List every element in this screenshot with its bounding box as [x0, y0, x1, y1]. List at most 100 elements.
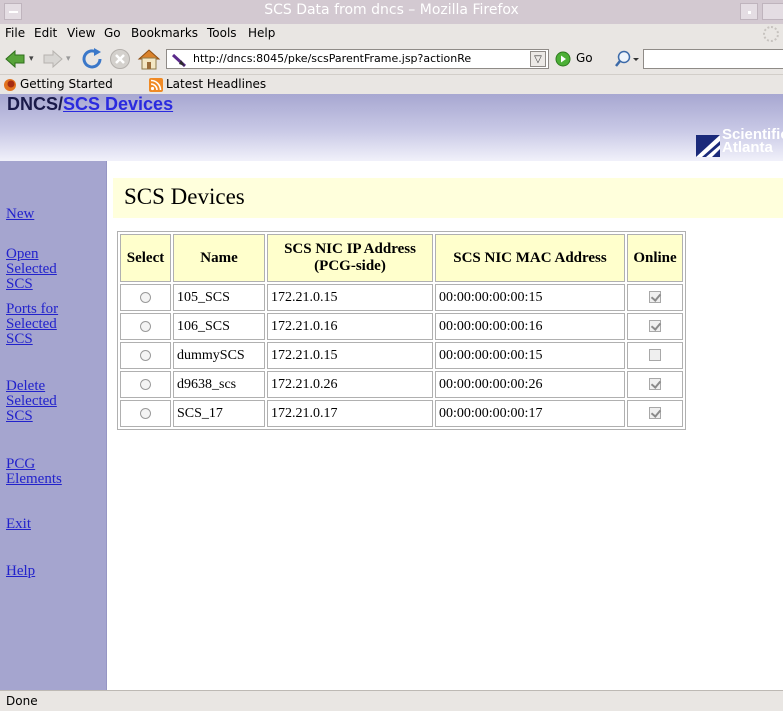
bookmark-label: Latest Headlines: [166, 77, 267, 91]
online-checkbox: [649, 407, 661, 420]
select-radio[interactable]: [140, 407, 151, 419]
reload-icon[interactable]: [80, 47, 104, 71]
select-radio[interactable]: [140, 349, 151, 361]
breadcrumb-link[interactable]: SCS Devices: [63, 94, 173, 114]
sidebar-item-exit[interactable]: Exit: [6, 517, 31, 532]
select-cell: [120, 371, 171, 398]
back-history-dropdown-icon[interactable]: ▾: [29, 54, 34, 64]
firefox-icon: [4, 79, 16, 91]
select-cell: [120, 284, 171, 311]
table-row: 105_SCS 172.21.0.15 00:00:00:00:00:15: [120, 284, 683, 311]
table-row: SCS_17 172.21.0.17 00:00:00:00:00:17: [120, 400, 683, 427]
ip-cell: 172.21.0.17: [267, 400, 433, 427]
sidebar-item-open-scs[interactable]: Open Selected SCS: [6, 247, 57, 292]
online-cell: [627, 284, 683, 311]
window-title-bar: SCS Data from dncs – Mozilla Firefox: [0, 0, 783, 24]
table-row: d9638_scs 172.21.0.26 00:00:00:00:00:26: [120, 371, 683, 398]
name-cell: SCS_17: [173, 400, 265, 427]
menu-view[interactable]: View: [67, 26, 95, 40]
stop-icon[interactable]: [109, 48, 131, 70]
page-title: SCS Devices: [124, 184, 245, 209]
address-bar[interactable]: http://dncs:8045/pke/scsParentFrame.jsp?…: [166, 49, 549, 69]
online-checkbox: [649, 320, 661, 333]
page-favicon-icon: [171, 53, 187, 68]
online-cell: [627, 371, 683, 398]
select-radio[interactable]: [140, 378, 151, 390]
home-icon[interactable]: [137, 47, 161, 71]
column-header-name: Name: [173, 234, 265, 282]
navigation-toolbar: ▾ ▾ http://dncs:8045/pke/scsParentFrame.…: [0, 44, 783, 74]
sidebar-item-delete-scs[interactable]: Delete Selected SCS: [6, 379, 57, 424]
go-arrow-icon: [555, 51, 571, 67]
activity-throbber-icon: [763, 26, 779, 42]
name-cell: 105_SCS: [173, 284, 265, 311]
forward-history-dropdown-icon[interactable]: ▾: [66, 54, 71, 64]
title-band: SCS Devices: [113, 178, 783, 218]
search-icon[interactable]: [613, 49, 643, 69]
menu-bar: File Edit View Go Bookmarks Tools Help: [0, 24, 783, 44]
scientific-atlanta-logo: [696, 135, 720, 157]
page-header: DNCS/SCS Devices Scientific Atlanta: [0, 94, 783, 161]
mac-cell: 00:00:00:00:00:15: [435, 284, 625, 311]
window-minimize-button[interactable]: [740, 3, 758, 20]
mac-cell: 00:00:00:00:00:17: [435, 400, 625, 427]
mac-cell: 00:00:00:00:00:16: [435, 313, 625, 340]
url-history-dropdown-icon[interactable]: ▽: [530, 51, 546, 67]
forward-arrow-icon[interactable]: [42, 48, 64, 70]
brand-name: Scientific Atlanta: [722, 126, 783, 156]
online-checkbox: [649, 349, 661, 362]
sidebar-nav: New Open Selected SCS Ports for Selected…: [0, 161, 107, 690]
select-radio[interactable]: [140, 291, 151, 303]
column-header-ip: SCS NIC IP Address (PCG-side): [267, 234, 433, 282]
bookmark-label: Getting Started: [20, 77, 113, 91]
table-header-row: Select Name SCS NIC IP Address (PCG-side…: [120, 234, 683, 282]
menu-help[interactable]: Help: [248, 26, 275, 40]
rss-feed-icon: [149, 78, 163, 92]
main-content: SCS Devices Select Name SCS NIC IP Addre…: [107, 161, 783, 690]
select-cell: [120, 400, 171, 427]
menu-edit[interactable]: Edit: [34, 26, 57, 40]
name-cell: d9638_scs: [173, 371, 265, 398]
ip-cell: 172.21.0.15: [267, 284, 433, 311]
menu-go[interactable]: Go: [104, 26, 121, 40]
bookmarks-toolbar: Getting Started Latest Headlines: [0, 74, 783, 94]
ip-cell: 172.21.0.26: [267, 371, 433, 398]
page-breadcrumb: DNCS/SCS Devices: [7, 94, 173, 115]
mac-cell: 00:00:00:00:00:26: [435, 371, 625, 398]
scs-devices-table: Select Name SCS NIC IP Address (PCG-side…: [117, 231, 686, 430]
sidebar-item-ports-scs[interactable]: Ports for Selected SCS: [6, 302, 58, 347]
online-checkbox: [649, 378, 661, 391]
column-header-mac: SCS NIC MAC Address: [435, 234, 625, 282]
sidebar-item-new[interactable]: New: [6, 207, 34, 222]
select-cell: [120, 342, 171, 369]
menu-tools[interactable]: Tools: [207, 26, 237, 40]
column-header-select: Select: [120, 234, 171, 282]
select-cell: [120, 313, 171, 340]
search-input[interactable]: [643, 49, 783, 69]
name-cell: 106_SCS: [173, 313, 265, 340]
go-label: Go: [576, 51, 593, 65]
menu-bookmarks[interactable]: Bookmarks: [131, 26, 198, 40]
online-cell: [627, 342, 683, 369]
status-text: Done: [6, 694, 38, 708]
online-checkbox: [649, 291, 661, 304]
url-text[interactable]: http://dncs:8045/pke/scsParentFrame.jsp?…: [193, 52, 471, 65]
ip-cell: 172.21.0.16: [267, 313, 433, 340]
online-cell: [627, 313, 683, 340]
back-arrow-icon[interactable]: [4, 48, 26, 70]
name-cell: dummySCS: [173, 342, 265, 369]
sidebar-item-pcg-elements[interactable]: PCG Elements: [6, 457, 62, 487]
ip-cell: 172.21.0.15: [267, 342, 433, 369]
column-header-online: Online: [627, 234, 683, 282]
breadcrumb-prefix: DNCS/: [7, 94, 64, 114]
online-cell: [627, 400, 683, 427]
select-radio[interactable]: [140, 320, 151, 332]
menu-file[interactable]: File: [5, 26, 25, 40]
mac-cell: 00:00:00:00:00:15: [435, 342, 625, 369]
window-title: SCS Data from dncs – Mozilla Firefox: [264, 2, 519, 18]
status-bar: Done: [0, 690, 783, 711]
table-row: 106_SCS 172.21.0.16 00:00:00:00:00:16: [120, 313, 683, 340]
table-row: dummySCS 172.21.0.15 00:00:00:00:00:15: [120, 342, 683, 369]
sidebar-item-help[interactable]: Help: [6, 564, 35, 579]
window-maximize-button[interactable]: [762, 3, 783, 20]
